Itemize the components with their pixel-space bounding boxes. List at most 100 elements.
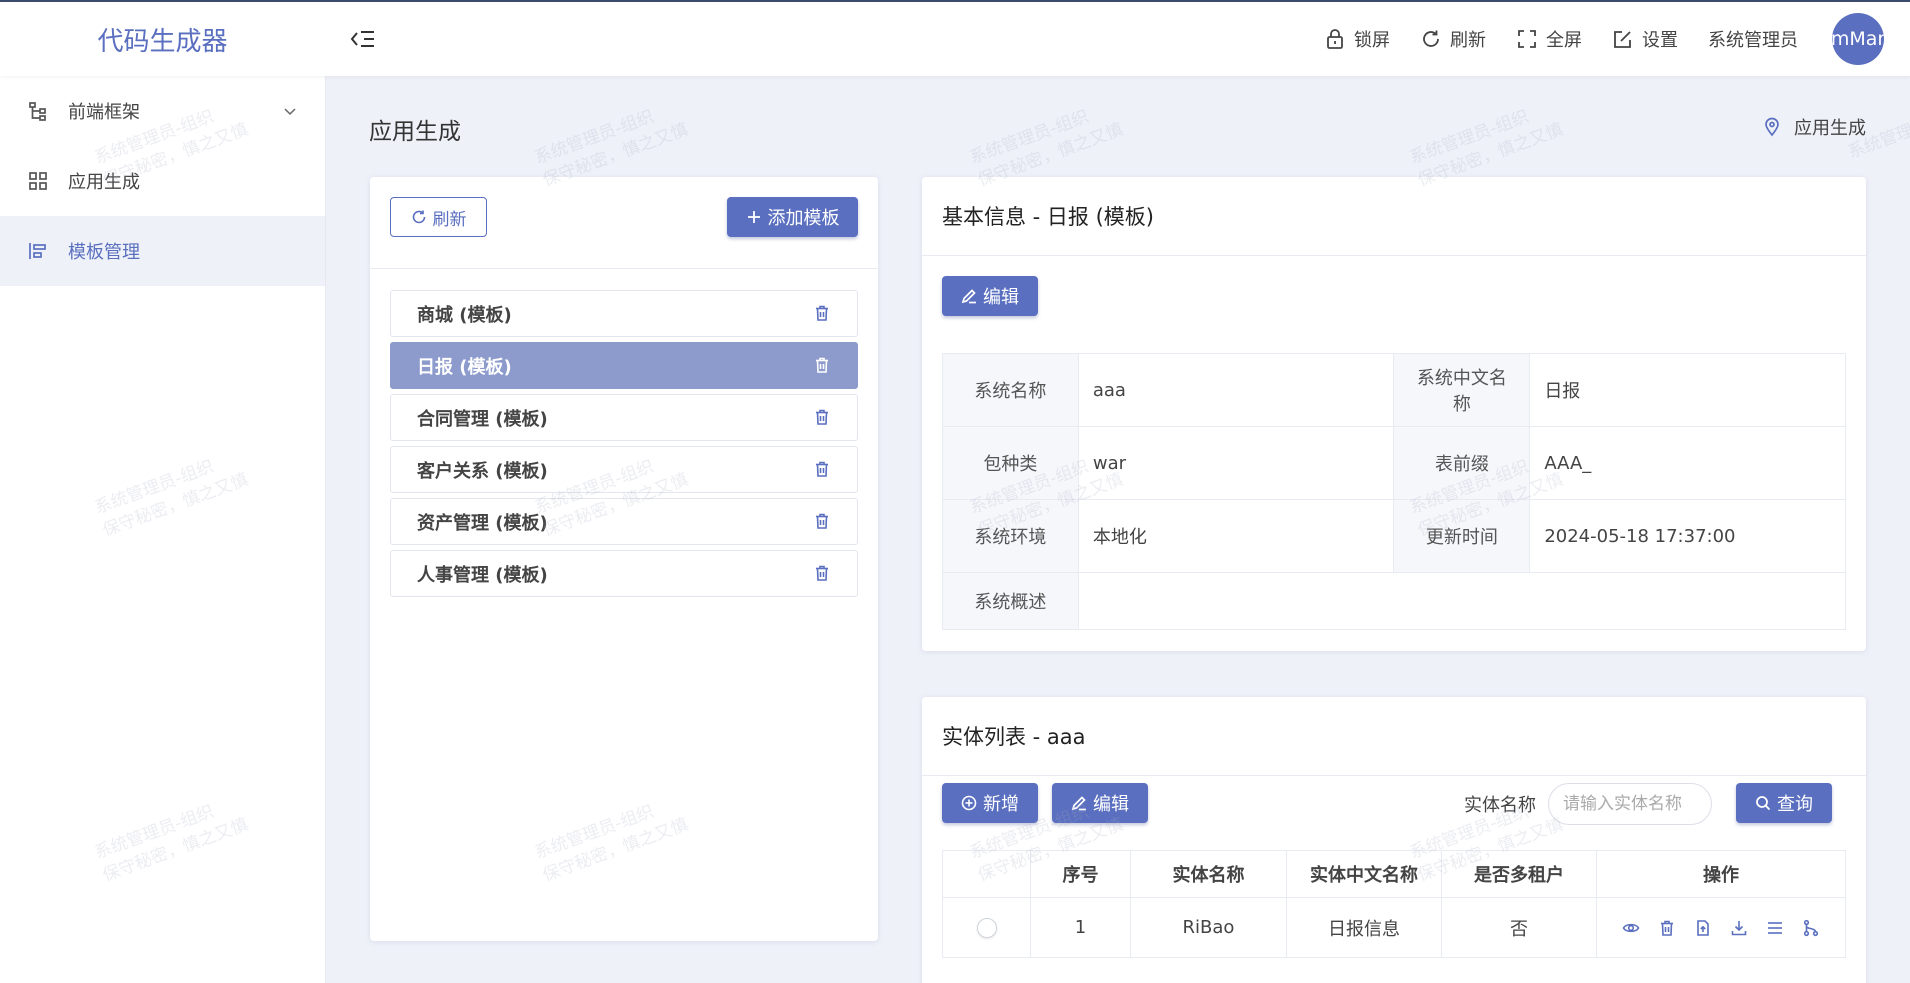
trash-icon[interactable]	[813, 356, 831, 374]
fullscreen-button[interactable]: 全屏	[1516, 26, 1582, 52]
tree-icon	[28, 101, 48, 121]
add-entity-button[interactable]: 新增	[942, 783, 1038, 823]
table-cell: 日报信息	[1286, 897, 1442, 958]
table-header-row: 序号 实体名称 实体中文名称 是否多租户 操作	[942, 850, 1846, 898]
lock-screen-button[interactable]: 锁屏	[1324, 26, 1390, 52]
eye-icon[interactable]	[1622, 919, 1640, 937]
info-label: 包种类	[942, 426, 1079, 500]
entity-search-label: 实体名称	[1464, 795, 1536, 816]
edit-entity-label: 编辑	[1093, 794, 1129, 815]
fullscreen-icon	[1516, 28, 1538, 50]
basic-info-panel: 基本信息 - 日报 (模板) 编辑 系统名称 aaa 系统中文名称 日报 包种类…	[922, 177, 1866, 651]
row-select-cell[interactable]	[942, 897, 1031, 958]
plus-icon	[746, 209, 762, 225]
edit-info-label: 编辑	[983, 287, 1019, 308]
breadcrumb-label: 应用生成	[1794, 118, 1866, 139]
plus-circle-icon	[961, 795, 977, 811]
template-item-label: 商城 (模板)	[417, 304, 512, 326]
sidebar-item-template-management[interactable]: 模板管理	[0, 216, 325, 286]
refresh-templates-button[interactable]: 刷新	[390, 197, 487, 237]
info-description	[1077, 572, 1847, 630]
table-cell: RiBao	[1130, 897, 1287, 958]
info-value: war	[1077, 426, 1395, 500]
entity-search-input[interactable]	[1548, 783, 1712, 825]
template-list: 商城 (模板) 日报 (模板) 合同管理 (模板) 客户关系 (模板) 资产管理…	[370, 269, 878, 597]
template-item-label: 客户关系 (模板)	[417, 460, 548, 482]
add-template-label: 添加模板	[767, 208, 840, 229]
lock-icon	[1324, 28, 1346, 50]
refresh-icon	[411, 209, 427, 225]
collapse-menu-icon[interactable]	[350, 28, 376, 50]
trash-icon[interactable]	[813, 304, 831, 322]
template-toolbar: 刷新 添加模板	[370, 177, 878, 269]
refresh-icon	[1420, 28, 1442, 50]
trash-icon[interactable]	[1658, 919, 1676, 937]
edit-settings-icon	[1612, 28, 1634, 50]
template-item-label: 资产管理 (模板)	[417, 512, 548, 534]
column-header-select	[942, 850, 1031, 898]
pencil-icon	[1071, 795, 1087, 811]
refresh-page-button[interactable]: 刷新	[1420, 26, 1486, 52]
branch-icon[interactable]	[1802, 919, 1820, 937]
template-item[interactable]: 人事管理 (模板)	[390, 550, 858, 597]
app-logo[interactable]: 代码生成器	[0, 2, 325, 76]
avatar[interactable]: mMar	[1832, 13, 1884, 65]
info-label: 系统环境	[942, 499, 1079, 573]
sidebar-item-label: 应用生成	[68, 172, 140, 193]
user-name[interactable]: 系统管理员	[1708, 26, 1798, 52]
trash-icon[interactable]	[813, 408, 831, 426]
row-radio[interactable]	[976, 917, 997, 938]
edit-entity-button[interactable]: 编辑	[1052, 783, 1148, 823]
sidebar-item-app-generation[interactable]: 应用生成	[0, 146, 325, 216]
column-header: 实体名称	[1130, 850, 1287, 898]
trash-icon[interactable]	[813, 460, 831, 478]
info-value: AAA_	[1529, 426, 1846, 500]
table-row[interactable]: 1 RiBao 日报信息 否	[942, 897, 1846, 958]
info-label: 表前缀	[1393, 426, 1531, 500]
sidebar-item-frontend-framework[interactable]: 前端框架	[0, 76, 325, 146]
column-header: 实体中文名称	[1286, 850, 1442, 898]
template-item[interactable]: 商城 (模板)	[390, 290, 858, 337]
page-title: 应用生成	[369, 119, 461, 145]
download-icon[interactable]	[1730, 919, 1748, 937]
file-upload-icon[interactable]	[1694, 919, 1712, 937]
trash-icon[interactable]	[813, 512, 831, 530]
column-header: 序号	[1030, 850, 1131, 898]
lock-screen-label: 锁屏	[1354, 30, 1390, 51]
top-header: 代码生成器 锁屏 刷新 全屏 设置 系统管理员 mMar	[0, 0, 1910, 76]
basic-info-title: 基本信息 - 日报 (模板)	[922, 177, 1866, 256]
edit-info-button[interactable]: 编辑	[942, 276, 1038, 316]
breadcrumb[interactable]: 应用生成	[1762, 114, 1866, 140]
template-item[interactable]: 客户关系 (模板)	[390, 446, 858, 493]
info-value: 2024-05-18 17:37:00	[1529, 499, 1846, 573]
fullscreen-label: 全屏	[1546, 30, 1582, 51]
table-cell: 否	[1441, 897, 1597, 958]
query-label: 查询	[1777, 794, 1813, 815]
basic-info-table: 系统名称 aaa 系统中文名称 日报 包种类 war 表前缀 AAA_ 系统环境…	[942, 353, 1847, 630]
location-pin-icon	[1762, 117, 1782, 137]
refresh-label: 刷新	[1450, 30, 1486, 51]
template-item[interactable]: 资产管理 (模板)	[390, 498, 858, 545]
grid-icon	[28, 171, 48, 191]
column-header: 操作	[1596, 850, 1846, 898]
table-cell: 1	[1030, 897, 1131, 958]
template-item-label: 合同管理 (模板)	[417, 408, 548, 430]
entity-toolbar: 新增 编辑 实体名称 查询	[942, 783, 1846, 825]
template-item-label: 日报 (模板)	[417, 356, 512, 378]
list-icon[interactable]	[1766, 919, 1784, 937]
entity-list-panel: 实体列表 - aaa 新增 编辑 实体名称 查询 序号 实体名称 实体中文名称 …	[922, 697, 1866, 983]
trash-icon[interactable]	[813, 564, 831, 582]
entity-table: 序号 实体名称 实体中文名称 是否多租户 操作 1 RiBao 日报信息 否	[942, 850, 1846, 958]
info-label: 系统名称	[942, 353, 1079, 427]
entity-list-title: 实体列表 - aaa	[922, 697, 1866, 776]
template-item[interactable]: 合同管理 (模板)	[390, 394, 858, 441]
settings-button[interactable]: 设置	[1612, 26, 1678, 52]
add-template-button[interactable]: 添加模板	[727, 197, 858, 237]
sidebar-item-label: 模板管理	[68, 242, 140, 263]
info-label: 系统概述	[942, 572, 1079, 630]
row-actions	[1597, 919, 1845, 937]
column-header: 是否多租户	[1441, 850, 1597, 898]
template-item-selected[interactable]: 日报 (模板)	[390, 342, 858, 389]
query-button[interactable]: 查询	[1736, 783, 1832, 823]
info-label: 系统中文名称	[1393, 353, 1531, 427]
